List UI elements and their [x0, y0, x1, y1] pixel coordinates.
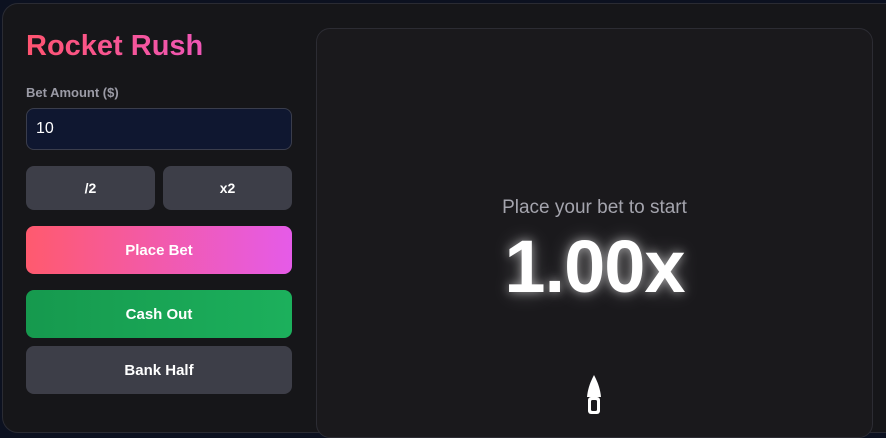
- rocket-window-shape: [591, 400, 597, 411]
- rocket-icon: [587, 375, 601, 414]
- bet-amount-input[interactable]: [26, 108, 292, 150]
- game-title: Rocket Rush: [26, 30, 204, 62]
- bet-amount-label: Bet Amount ($): [26, 85, 119, 100]
- halve-bet-button[interactable]: /2: [26, 166, 155, 210]
- multiplier-display: 1.00x: [504, 225, 685, 308]
- game-status-text: Place your bet to start: [502, 197, 687, 218]
- double-bet-button[interactable]: x2: [163, 166, 292, 210]
- rocket-nose-shape: [587, 375, 601, 397]
- bet-sidebar: Rocket Rush Bet Amount ($) /2 x2 Place B…: [26, 0, 292, 420]
- bank-half-button[interactable]: Bank Half: [26, 346, 292, 394]
- place-bet-button[interactable]: Place Bet: [26, 226, 292, 274]
- cash-out-button[interactable]: Cash Out: [26, 290, 292, 338]
- game-display-panel: Place your bet to start 1.00x: [316, 28, 873, 438]
